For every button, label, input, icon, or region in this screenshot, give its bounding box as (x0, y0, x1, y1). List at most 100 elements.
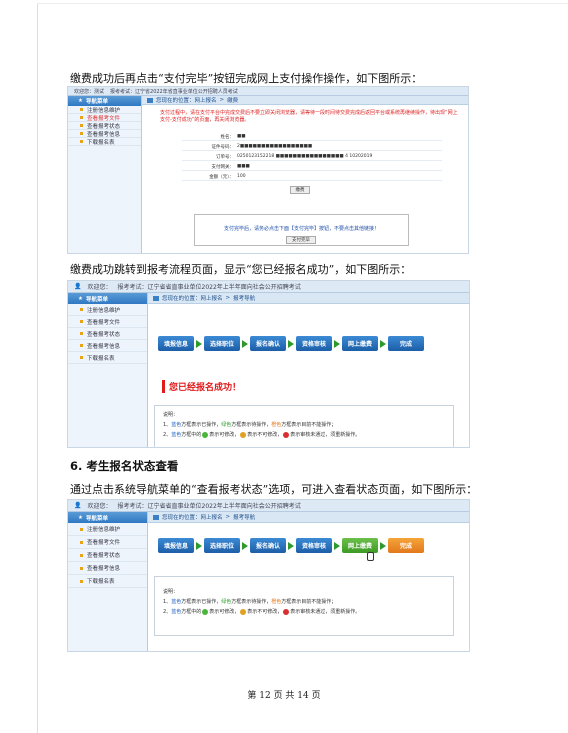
welcome-text: 欢迎您： (87, 284, 112, 291)
sidebar-item-status[interactable]: 查看报考状态 (68, 328, 147, 340)
arrow-icon (196, 339, 202, 348)
topbar: 👤 欢迎您： 报考考试：辽宁省省直事业单位2022年上半年面向社会公开招聘考试 (68, 500, 469, 512)
bullet-icon (80, 132, 83, 135)
form-row-order: 订单号： 0250123152218 ■■■■■■■■■■■■■■■■ 4 102… (182, 154, 442, 161)
legend-box: 说明： 1、蓝色方框表示已操作，绿色方框表示待操作，橙色方框表示目前不能操作； … (154, 405, 454, 447)
arrow-icon (242, 541, 248, 550)
legend-line-2: 2、蓝色方框中的 表示可修改， 表示不可修改， 表示审核未通过，须重新操作。 (163, 608, 361, 615)
sidebar-item-register[interactable]: 注册信息维护 (68, 304, 147, 316)
sidebar-item-files[interactable]: 查看报考文件 (68, 316, 147, 328)
legend-title: 说明： (163, 412, 179, 418)
sidebar: ★ 导航菜单 注册信息维护 查看报考文件 查看报考状态 查看报考信息 下载报名表 (68, 293, 148, 447)
hand-cursor-icon (367, 552, 374, 561)
home-icon (153, 295, 159, 301)
editable-icon (202, 431, 209, 438)
bullet-icon (80, 140, 83, 143)
process-steps: 填报信息 选择职位 报名确认 资格审核 网上缴费 完成 (158, 538, 424, 553)
rejected-icon (283, 608, 290, 615)
locked-icon (240, 431, 247, 438)
bullet-icon (80, 108, 83, 111)
sidebar: ★ 导航菜单 注册信息维护 查看报考文件 查看报考状态 查看报考信息 下载报名表 (68, 96, 142, 253)
main-panel: 您现在的位置：网上报名 > 报考导航 填报信息 选择职位 报名确认 资格审核 网上缴… (148, 512, 469, 651)
arrow-icon (380, 339, 386, 348)
step-select-position[interactable]: 选择职位 (204, 336, 240, 351)
rejected-icon (283, 431, 290, 438)
payment-prompt-text: 支付完毕后，请务必点击下面【支付完毕】按钮，不要点击其他链接！ (223, 226, 379, 232)
user-icon: 👤 (74, 502, 82, 509)
process-steps: 填报信息 选择职位 报名确认 资格审核 网上缴费 完成 (158, 336, 424, 351)
sidebar-title: ★ 导航菜单 (68, 96, 141, 106)
star-icon: ★ (78, 98, 83, 104)
sidebar-item-register[interactable]: 注册信息维护 (68, 523, 147, 536)
paragraph-pay-done: 缴费成功后再点击“支付完毕”按钮完成网上支付操作操作，如下图所示： (70, 72, 423, 85)
legend-box: 说明： 1、蓝色方框表示已操作，绿色方框表示待操作，橙色方框表示目前不能操作； … (154, 576, 454, 636)
exam-title: 报考考试：辽宁省省直事业单位2022年上半年面向社会公开招聘考试 (117, 284, 301, 291)
step-payment[interactable]: 网上缴费 (342, 336, 378, 351)
arrow-icon (242, 339, 248, 348)
sidebar-title: ★ 导航菜单 (68, 293, 147, 304)
bullet-icon (80, 566, 83, 570)
arrow-icon (288, 339, 294, 348)
step-complete[interactable]: 完成 (388, 336, 424, 351)
star-icon: ★ (78, 514, 83, 521)
legend-line-2: 2、蓝色方框中的 表示可修改， 表示不可修改， 表示审核未通过，须重新操作。 (163, 431, 361, 438)
breadcrumb: 您现在的位置：网上报名 > 缴费 (142, 96, 468, 105)
topbar: 欢迎您：测试 报考考试：辽宁省2022年省直事业单位公开招聘人员考试 (68, 87, 468, 96)
section-heading-6: 6. 考生报名状态查看 (70, 459, 179, 473)
screenshot-status: 👤 欢迎您： 报考考试：辽宁省省直事业单位2022年上半年面向社会公开招聘考试 … (67, 499, 470, 652)
locked-icon (240, 608, 247, 615)
arrow-icon (334, 541, 340, 550)
sidebar-item-download[interactable]: 下载报名表 (68, 575, 147, 588)
bullet-icon (80, 344, 83, 347)
screenshot-success: 👤 欢迎您： 报考考试：辽宁省省直事业单位2022年上半年面向社会公开招聘考试 … (67, 280, 470, 448)
legend-line-1: 1、蓝色方框表示已操作，绿色方框表示待操作，橙色方框表示目前不能操作； (163, 422, 337, 428)
sidebar-item-info[interactable]: 查看报考信息 (68, 562, 147, 575)
home-icon (147, 97, 153, 103)
form-row-amount: 金额（元）： 100 (182, 174, 442, 181)
breadcrumb: 您现在的位置：网上报名 > 报考导航 (148, 293, 469, 304)
payment-done-button[interactable]: 支付完毕 (286, 236, 316, 244)
bullet-icon (80, 116, 83, 119)
bullet-icon (80, 320, 83, 323)
success-message: 您已经报名成功！ (162, 380, 241, 393)
payment-notice: 支付过程中，请在支付平台中完成交费后不要立即关闭浏览器，请等待一段时间待交费完成… (160, 110, 458, 123)
sidebar-item-status[interactable]: 查看报考状态 (68, 549, 147, 562)
step-select-position[interactable]: 选择职位 (204, 538, 240, 553)
bullet-icon (80, 332, 83, 335)
bullet-icon (80, 527, 83, 531)
arrow-icon (334, 339, 340, 348)
step-fill-info[interactable]: 填报信息 (158, 336, 194, 351)
breadcrumb: 您现在的位置：网上报名 > 报考导航 (148, 512, 469, 523)
arrow-icon (196, 541, 202, 550)
bullet-icon (80, 308, 83, 311)
editable-icon (202, 608, 209, 615)
page-footer: 第 12 页 共 14 页 (247, 691, 321, 701)
pay-button[interactable]: 缴费 (290, 186, 310, 194)
sidebar-item-download[interactable]: 下载报名表 (68, 138, 141, 146)
legend-line-1: 1、蓝色方框表示已操作，绿色方框表示待操作，橙色方框表示目前不能操作； (163, 599, 337, 605)
sidebar-item-info[interactable]: 查看报考信息 (68, 340, 147, 352)
step-fill-info[interactable]: 填报信息 (158, 538, 194, 553)
step-complete[interactable]: 完成 (388, 538, 424, 553)
step-payment[interactable]: 网上缴费 (342, 538, 378, 553)
form-row-name: 姓名： ■■ (182, 134, 442, 141)
exam-title: 报考考试：辽宁省2022年省直事业单位公开招聘人员考试 (110, 88, 238, 95)
bullet-icon (80, 553, 83, 557)
bullet-icon (80, 356, 83, 359)
sidebar: ★ 导航菜单 注册信息维护 查看报考文件 查看报考状态 查看报考信息 下载报名表 (68, 512, 148, 651)
form-row-id: 证件号码： 2■■■■■■■■■■■■■■■■■ (182, 144, 442, 151)
main-panel: 您现在的位置：网上报名 > 缴费 支付过程中，请在支付平台中完成交费后不要立即关闭浏… (142, 96, 468, 253)
step-confirm[interactable]: 报名确认 (250, 538, 286, 553)
legend-title: 说明： (163, 589, 179, 595)
home-icon (153, 514, 159, 520)
main-panel: 您现在的位置：网上报名 > 报考导航 填报信息 选择职位 报名确认 资格审核 网上缴… (148, 293, 469, 447)
sidebar-item-files[interactable]: 查看报考文件 (68, 536, 147, 549)
step-review[interactable]: 资格审核 (296, 538, 332, 553)
exam-title: 报考考试：辽宁省省直事业单位2022年上半年面向社会公开招聘考试 (117, 503, 301, 510)
welcome-text: 欢迎您：测试 (74, 88, 105, 95)
arrow-icon (288, 541, 294, 550)
step-review[interactable]: 资格审核 (296, 336, 332, 351)
screenshot-payment: 欢迎您：测试 报考考试：辽宁省2022年省直事业单位公开招聘人员考试 ★ 导航菜单… (67, 86, 469, 254)
sidebar-item-download[interactable]: 下载报名表 (68, 352, 147, 364)
step-confirm[interactable]: 报名确认 (250, 336, 286, 351)
